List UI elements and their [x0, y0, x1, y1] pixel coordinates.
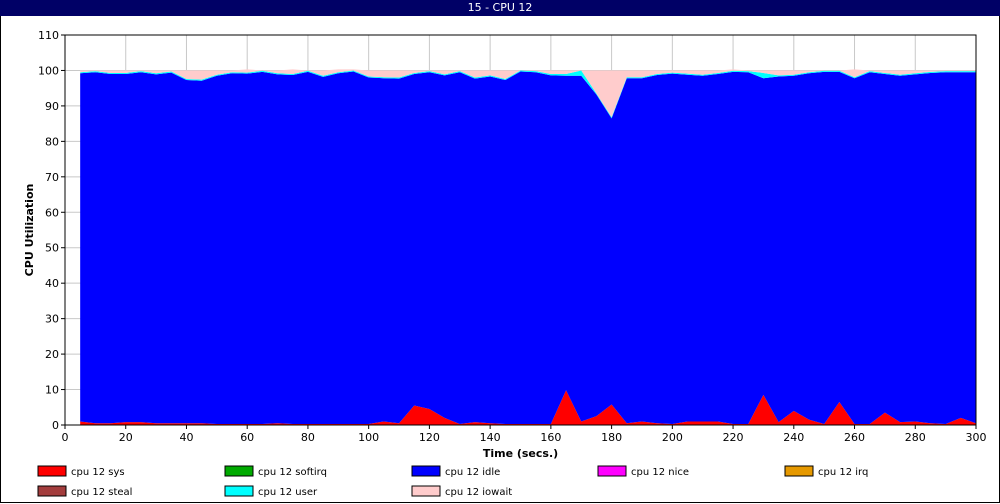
y-tick-label: 110: [38, 29, 59, 42]
y-tick-label: 10: [45, 384, 59, 397]
y-tick-label: 100: [38, 64, 59, 77]
x-tick-label: 240: [783, 431, 804, 444]
x-tick-label: 140: [480, 431, 501, 444]
x-tick-label: 20: [119, 431, 133, 444]
y-tick-label: 90: [45, 100, 59, 113]
legend-label: cpu 12 idle: [445, 467, 500, 478]
legend: cpu 12 sys cpu 12 softirq cpu 12 idle cpu 1…: [37, 465, 868, 498]
y-tick-label: 70: [45, 171, 59, 184]
x-tick-label: 280: [905, 431, 926, 444]
y-tick-label: 0: [52, 419, 59, 432]
y-tick-label: 80: [45, 135, 59, 148]
legend-swatch: [224, 485, 254, 497]
legend-swatch: [37, 465, 67, 477]
legend-label: cpu 12 irq: [818, 467, 868, 478]
legend-label: cpu 12 steal: [71, 487, 132, 498]
x-tick-label: 100: [358, 431, 379, 444]
x-tick-label: 80: [301, 431, 315, 444]
x-tick-label: 200: [662, 431, 683, 444]
legend-swatch: [224, 465, 254, 477]
legend-swatch: [411, 485, 441, 497]
legend-swatch: [597, 465, 627, 477]
y-tick-label: 20: [45, 348, 59, 361]
legend-label: cpu 12 iowait: [445, 487, 512, 498]
y-axis-title: CPU Utilization: [23, 184, 36, 277]
x-tick-label: 60: [240, 431, 254, 444]
legend-label: cpu 12 user: [258, 487, 318, 498]
x-tick-label: 300: [966, 431, 987, 444]
legend-swatch: [411, 465, 441, 477]
y-tick-label: 30: [45, 313, 59, 326]
x-tick-label: 120: [419, 431, 440, 444]
x-tick-label: 40: [179, 431, 193, 444]
x-tick-label: 220: [723, 431, 744, 444]
x-tick-label: 180: [601, 431, 622, 444]
legend-label: cpu 12 nice: [631, 467, 689, 478]
legend-label: cpu 12 softirq: [258, 467, 327, 478]
x-tick-label: 0: [62, 431, 69, 444]
series-areas: [80, 69, 977, 425]
x-axis-title: Time (secs.): [483, 447, 558, 460]
legend-swatch: [37, 485, 67, 497]
stacked-area-chart: 0 20 40 60 80 100 120 140 160 180 200 220 240 260 280 3…: [23, 29, 987, 498]
y-tick-label: 40: [45, 277, 59, 290]
x-tick-label: 260: [844, 431, 865, 444]
y-tick-label: 60: [45, 206, 59, 219]
x-tick-label: 160: [540, 431, 561, 444]
series-area-cpu-12-idle: [80, 71, 977, 424]
legend-label: cpu 12 sys: [71, 467, 125, 478]
legend-swatch: [784, 465, 814, 477]
y-tick-label: 50: [45, 242, 59, 255]
